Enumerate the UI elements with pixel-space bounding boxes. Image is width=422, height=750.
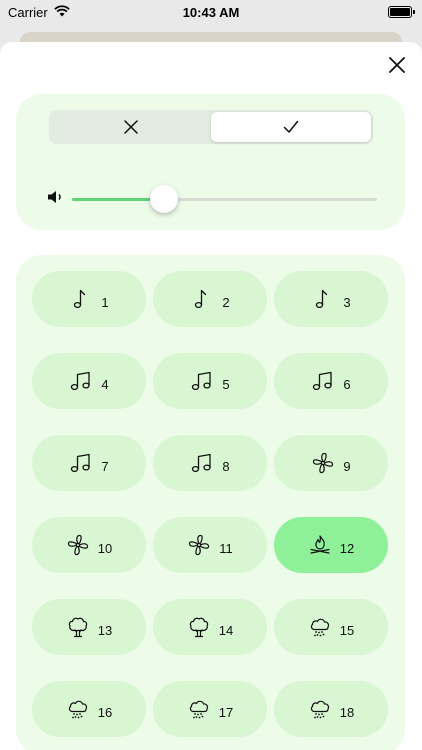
sound-label: 7: [101, 458, 109, 474]
sound-label: 18: [339, 704, 355, 720]
campfire-icon: [308, 533, 332, 557]
sound-button-5[interactable]: 5: [153, 353, 267, 409]
close-button[interactable]: [386, 54, 408, 76]
segment-on[interactable]: [211, 112, 371, 142]
sound-label: 8: [222, 458, 230, 474]
music-note-icon: [311, 287, 335, 311]
fan-icon: [311, 451, 335, 475]
sound-button-9[interactable]: 9: [274, 435, 388, 491]
sound-label: 3: [343, 294, 351, 310]
music-notes-icon: [69, 369, 93, 393]
tree-icon: [187, 615, 211, 639]
sound-button-2[interactable]: 2: [153, 271, 267, 327]
sound-button-18[interactable]: 18: [274, 681, 388, 737]
wifi-icon: [53, 4, 70, 20]
rain-cloud-icon: [308, 697, 332, 721]
sound-button-12[interactable]: 12: [274, 517, 388, 573]
volume-row: [47, 184, 377, 214]
speaker-icon: [47, 189, 67, 210]
sound-label: 16: [97, 704, 113, 720]
sound-grid: 1 2 3 4 5 6 7 8 9 10 11 12 13 14 15 16 17 18: [32, 271, 388, 737]
sound-button-11[interactable]: 11: [153, 517, 267, 573]
tree-icon: [66, 615, 90, 639]
volume-slider[interactable]: [72, 185, 377, 213]
sound-label: 2: [222, 294, 230, 310]
music-note-icon: [69, 287, 93, 311]
music-notes-icon: [190, 369, 214, 393]
rain-cloud-icon: [66, 697, 90, 721]
music-notes-icon: [190, 451, 214, 475]
sound-label: 10: [97, 540, 113, 556]
sound-picker-sheet: 1 2 3 4 5 6 7 8 9 10 11 12 13 14 15 16 17 18: [0, 42, 422, 750]
volume-slider-thumb[interactable]: [149, 185, 178, 213]
close-icon: [124, 120, 138, 134]
sound-label: 14: [218, 622, 234, 638]
sound-button-7[interactable]: 7: [32, 435, 146, 491]
sound-button-8[interactable]: 8: [153, 435, 267, 491]
sound-label: 13: [97, 622, 113, 638]
fan-icon: [66, 533, 90, 557]
sound-label: 1: [101, 294, 109, 310]
status-bar: Carrier 10:43 AM: [0, 0, 422, 24]
rain-cloud-icon: [187, 697, 211, 721]
battery-icon: [388, 6, 415, 18]
sound-label: 6: [343, 376, 351, 392]
rain-cloud-icon: [308, 615, 332, 639]
sound-button-13[interactable]: 13: [32, 599, 146, 655]
sound-label: 11: [219, 540, 233, 556]
close-icon: [389, 57, 405, 73]
controls-panel: [16, 94, 405, 230]
sound-label: 12: [339, 540, 355, 556]
fan-icon: [187, 533, 211, 557]
carrier-label: Carrier: [8, 4, 48, 20]
sounds-panel: 1 2 3 4 5 6 7 8 9 10 11 12 13 14 15 16 17 18: [16, 255, 405, 750]
music-notes-icon: [311, 369, 335, 393]
sound-button-6[interactable]: 6: [274, 353, 388, 409]
sound-button-1[interactable]: 1: [32, 271, 146, 327]
sound-button-4[interactable]: 4: [32, 353, 146, 409]
sound-button-16[interactable]: 16: [32, 681, 146, 737]
status-left: Carrier: [8, 5, 70, 20]
sound-button-3[interactable]: 3: [274, 271, 388, 327]
sound-label: 4: [101, 376, 109, 392]
music-notes-icon: [69, 451, 93, 475]
sound-label: 5: [222, 376, 230, 392]
checkmark-icon: [283, 120, 299, 133]
segment-off[interactable]: [51, 112, 211, 142]
music-note-icon: [190, 287, 214, 311]
sound-button-15[interactable]: 15: [274, 599, 388, 655]
segmented-control: [49, 110, 373, 144]
sound-button-17[interactable]: 17: [153, 681, 267, 737]
sound-button-14[interactable]: 14: [153, 599, 267, 655]
sound-label: 15: [339, 622, 355, 638]
sound-button-10[interactable]: 10: [32, 517, 146, 573]
sound-label: 9: [343, 458, 351, 474]
sound-label: 17: [218, 704, 234, 720]
